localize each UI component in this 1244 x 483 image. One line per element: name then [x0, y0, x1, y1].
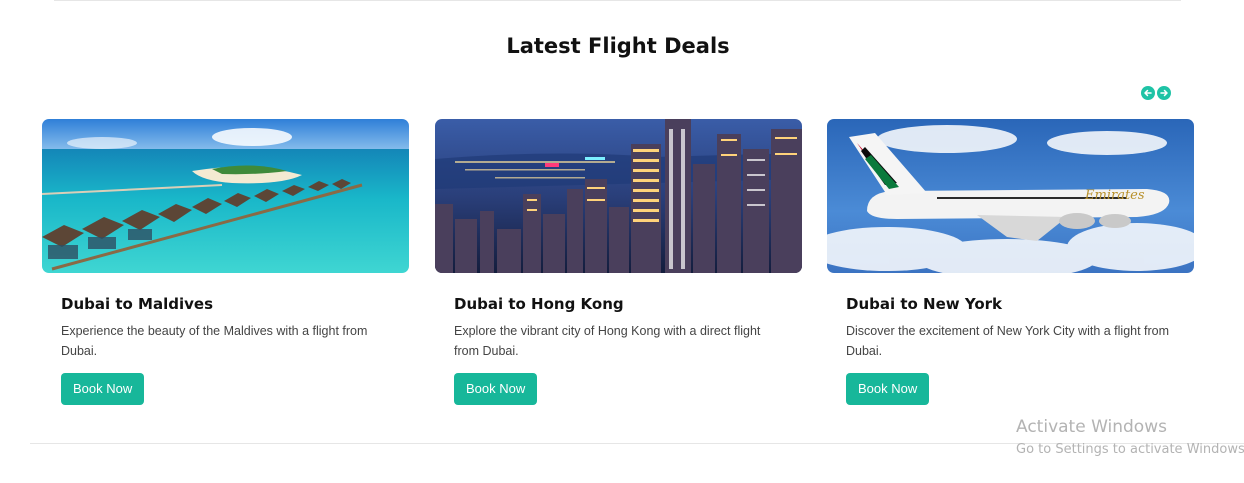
- maldives-resort-photo: [42, 119, 409, 273]
- arrow-left-icon: [1144, 89, 1152, 97]
- watermark-subtitle: Go to Settings to activate Windows: [1016, 442, 1244, 457]
- deal-image-new-york[interactable]: Emirates: [827, 119, 1194, 273]
- deal-image-maldives[interactable]: [42, 119, 409, 273]
- deal-image-hong-kong[interactable]: [435, 119, 802, 273]
- deal-card-hong-kong: Dubai to Hong Kong Explore the vibrant c…: [435, 119, 802, 405]
- activate-windows-watermark: Activate Windows Go to Settings to activ…: [1016, 416, 1244, 461]
- carousel-next-button[interactable]: [1157, 86, 1171, 100]
- carousel-controls: [1141, 86, 1171, 100]
- deal-title: Dubai to New York: [846, 295, 1003, 313]
- carousel-prev-button[interactable]: [1141, 86, 1155, 100]
- svg-text:Emirates: Emirates: [1084, 188, 1145, 203]
- deal-card-maldives: Dubai to Maldives Experience the beauty …: [42, 119, 409, 405]
- watermark-title: Activate Windows: [1016, 417, 1167, 437]
- book-now-button[interactable]: Book Now: [454, 373, 538, 405]
- book-now-button[interactable]: Book Now: [846, 373, 930, 405]
- top-divider: [54, 0, 1181, 1]
- deal-description: Discover the excitement of New York City…: [846, 324, 1170, 358]
- deal-description: Experience the beauty of the Maldives wi…: [61, 324, 368, 358]
- deal-title: Dubai to Maldives: [61, 295, 213, 313]
- deal-description: Explore the vibrant city of Hong Kong wi…: [454, 324, 761, 358]
- deal-title: Dubai to Hong Kong: [454, 295, 624, 313]
- section-title: Latest Flight Deals: [506, 34, 730, 58]
- emirates-airplane-photo: Emirates: [827, 119, 1194, 273]
- deal-card-new-york: Emirates Dubai to New York Discover the …: [827, 119, 1194, 405]
- book-now-button[interactable]: Book Now: [61, 373, 145, 405]
- arrow-right-icon: [1160, 89, 1168, 97]
- hong-kong-skyline-photo: [435, 119, 802, 273]
